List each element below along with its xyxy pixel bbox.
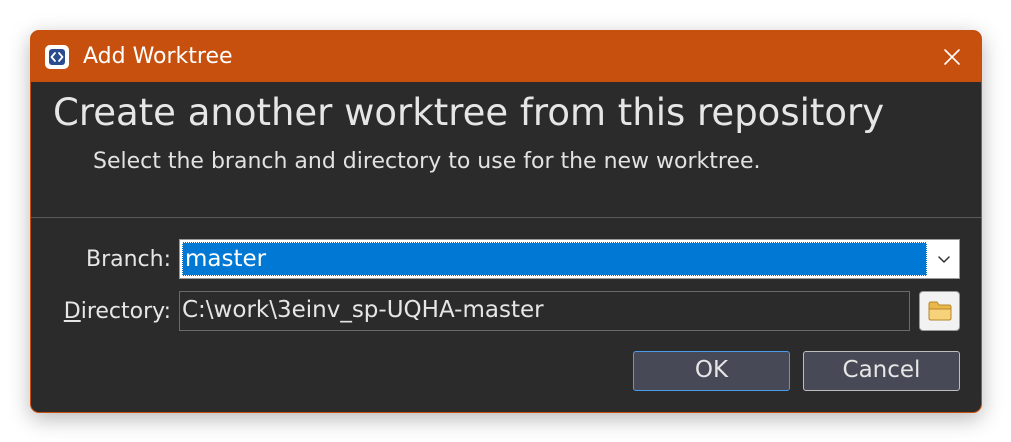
- header-divider: [31, 217, 981, 218]
- close-icon: [944, 48, 960, 65]
- title-bar: Add Worktree: [31, 31, 981, 82]
- chevron-down-icon: [938, 256, 950, 263]
- add-worktree-dialog: Add Worktree Create another worktree fro…: [30, 30, 982, 413]
- close-button[interactable]: [923, 31, 981, 82]
- browse-directory-button[interactable]: [919, 291, 960, 331]
- directory-label-text: irectory:: [80, 299, 171, 324]
- branch-selected-value[interactable]: master: [182, 242, 927, 276]
- branch-label: Branch:: [85, 247, 171, 272]
- ok-button[interactable]: OK: [633, 351, 790, 391]
- code-brackets-icon: [45, 45, 69, 69]
- window-title: Add Worktree: [83, 44, 233, 69]
- cancel-button[interactable]: Cancel: [803, 351, 960, 391]
- directory-label: Directory:: [31, 298, 171, 326]
- directory-field[interactable]: C:\work\3einv_sp-UQHA-master: [179, 291, 910, 331]
- page-title: Create another worktree from this reposi…: [53, 91, 885, 134]
- folder-icon: [928, 301, 951, 321]
- dropdown-arrow-button[interactable]: [929, 240, 959, 278]
- page-subtitle: Select the branch and directory to use f…: [93, 149, 761, 174]
- directory-label-accelerator: D: [63, 299, 81, 324]
- branch-dropdown[interactable]: master: [179, 239, 960, 279]
